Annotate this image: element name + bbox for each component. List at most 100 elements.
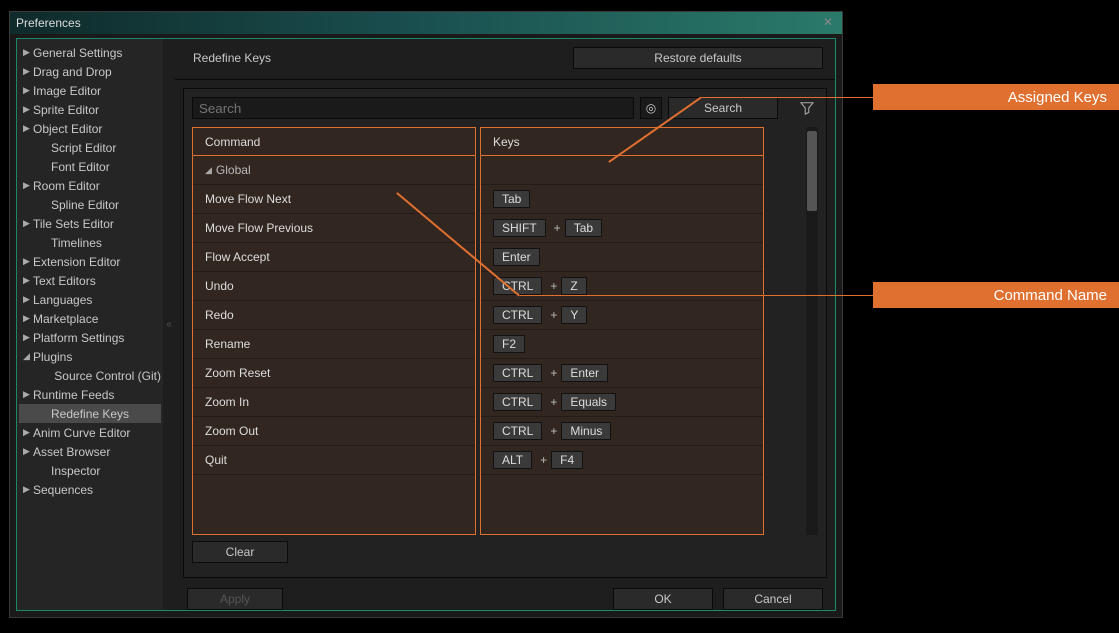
sidebar-item[interactable]: Source Control (Git): [19, 366, 161, 385]
restore-defaults-button[interactable]: Restore defaults: [573, 47, 823, 69]
plus-separator: +: [550, 366, 557, 380]
command-row[interactable]: Zoom In: [193, 388, 475, 417]
sidebar-item-label: Text Editors: [33, 274, 96, 288]
filter-icon[interactable]: [796, 97, 818, 119]
sidebar-item-label: Tile Sets Editor: [33, 217, 114, 231]
keycap: ALT: [493, 451, 532, 469]
chevron-right-icon: ▶: [23, 294, 33, 305]
keycap: CTRL: [493, 306, 542, 324]
sidebar-item[interactable]: ▶Sprite Editor: [19, 100, 161, 119]
sidebar-item-label: Source Control (Git): [54, 369, 161, 383]
apply-button[interactable]: Apply: [187, 588, 283, 610]
sidebar-item[interactable]: ▶Extension Editor: [19, 252, 161, 271]
sidebar-item[interactable]: ▶Runtime Feeds: [19, 385, 161, 404]
keycap: Minus: [561, 422, 611, 440]
sidebar-item[interactable]: ▶Anim Curve Editor: [19, 423, 161, 442]
sidebar-item-label: Languages: [33, 293, 92, 307]
main-panel: Redefine Keys Restore defaults ◎ Search …: [175, 39, 835, 610]
keycap: CTRL: [493, 364, 542, 382]
command-header[interactable]: Command: [193, 128, 475, 156]
keys-row[interactable]: Tab: [481, 185, 763, 214]
command-row[interactable]: Flow Accept: [193, 243, 475, 272]
keys-row[interactable]: CTRL+Enter: [481, 359, 763, 388]
sidebar-item[interactable]: ▶Drag and Drop: [19, 62, 161, 81]
sidebar-item[interactable]: ▶Tile Sets Editor: [19, 214, 161, 233]
group-row[interactable]: ◢ Global: [193, 156, 475, 185]
command-row[interactable]: Move Flow Next: [193, 185, 475, 214]
annotation-command-name: Command Name: [873, 282, 1119, 308]
plus-separator: +: [550, 395, 557, 409]
keys-row[interactable]: CTRL+Z: [481, 272, 763, 301]
sidebar-item-label: Plugins: [33, 350, 72, 364]
chevron-right-icon: ▶: [23, 332, 33, 343]
cancel-button[interactable]: Cancel: [723, 588, 823, 610]
chevron-right-icon: ▶: [23, 389, 33, 400]
sidebar-item[interactable]: ▶Marketplace: [19, 309, 161, 328]
sidebar-item[interactable]: ▶Room Editor: [19, 176, 161, 195]
chevron-right-icon: ▶: [23, 427, 33, 438]
sidebar-item[interactable]: Redefine Keys: [19, 404, 161, 423]
sidebar-item-label: Drag and Drop: [33, 65, 112, 79]
keys-row[interactable]: F2: [481, 330, 763, 359]
sidebar-item[interactable]: ▶Platform Settings: [19, 328, 161, 347]
sidebar-item[interactable]: Script Editor: [19, 138, 161, 157]
sidebar-item[interactable]: Inspector: [19, 461, 161, 480]
keys-row[interactable]: CTRL + Equals: [481, 388, 763, 417]
sidebar-item[interactable]: ▶General Settings: [19, 43, 161, 62]
regex-toggle-icon[interactable]: ◎: [640, 97, 662, 119]
command-row[interactable]: Move Flow Previous: [193, 214, 475, 243]
scrollbar[interactable]: [806, 127, 818, 535]
sidebar-item[interactable]: Timelines: [19, 233, 161, 252]
keycap: Equals: [561, 393, 616, 411]
sidebar-item-label: Extension Editor: [33, 255, 120, 269]
sidebar-item[interactable]: Font Editor: [19, 157, 161, 176]
sidebar-item-label: Inspector: [51, 464, 100, 478]
header-row: Redefine Keys Restore defaults: [175, 39, 835, 80]
command-row[interactable]: Rename: [193, 330, 475, 359]
sidebar-item-label: Redefine Keys: [51, 407, 129, 421]
keycap: SHIFT: [493, 219, 546, 237]
plus-separator: +: [554, 221, 561, 235]
keycap: CTRL: [493, 393, 542, 411]
keycap: Y: [561, 306, 587, 324]
sidebar-item[interactable]: ▶Text Editors: [19, 271, 161, 290]
annotation-lead: [520, 295, 873, 296]
keys-row[interactable]: Enter: [481, 243, 763, 272]
search-input[interactable]: [192, 97, 634, 119]
command-row[interactable]: Undo: [193, 272, 475, 301]
sidebar-item[interactable]: ▶Object Editor: [19, 119, 161, 138]
sidebar-item-label: Image Editor: [33, 84, 101, 98]
plus-separator: +: [550, 308, 557, 322]
keys-row[interactable]: CTRL+Minus: [481, 417, 763, 446]
sidebar-item[interactable]: ▶Image Editor: [19, 81, 161, 100]
sidebar-collapse-grip[interactable]: «: [163, 39, 175, 610]
keycap: F2: [493, 335, 525, 353]
sidebar-item[interactable]: ▶Languages: [19, 290, 161, 309]
keys-row[interactable]: ALT+F4: [481, 446, 763, 475]
keys-row[interactable]: SHIFT+Tab: [481, 214, 763, 243]
scroll-thumb[interactable]: [807, 131, 817, 211]
sidebar-item[interactable]: ◢Plugins: [19, 347, 161, 366]
keycap: CTRL: [493, 422, 542, 440]
ok-button[interactable]: OK: [613, 588, 713, 610]
sidebar-item[interactable]: ▶Sequences: [19, 480, 161, 499]
sidebar-item-label: General Settings: [33, 46, 122, 60]
command-row[interactable]: Redo: [193, 301, 475, 330]
sidebar: ▶General Settings▶Drag and Drop▶Image Ed…: [17, 39, 163, 610]
sidebar-item-label: Timelines: [51, 236, 102, 250]
close-icon[interactable]: ✕: [820, 15, 836, 31]
sidebar-item[interactable]: Spline Editor: [19, 195, 161, 214]
chevron-right-icon: ▶: [23, 218, 33, 229]
command-row[interactable]: Zoom Out: [193, 417, 475, 446]
command-row[interactable]: Quit: [193, 446, 475, 475]
group-label: Global: [216, 163, 251, 177]
window-title: Preferences: [16, 16, 81, 30]
keys-row[interactable]: CTRL + Y: [481, 301, 763, 330]
chevron-down-icon: ◢: [205, 165, 212, 176]
clear-button[interactable]: Clear: [192, 541, 288, 563]
sidebar-item-label: Sprite Editor: [33, 103, 99, 117]
sidebar-item-label: Object Editor: [33, 122, 102, 136]
sidebar-item[interactable]: ▶Asset Browser: [19, 442, 161, 461]
command-row[interactable]: Zoom Reset: [193, 359, 475, 388]
titlebar[interactable]: Preferences ✕: [10, 12, 842, 34]
